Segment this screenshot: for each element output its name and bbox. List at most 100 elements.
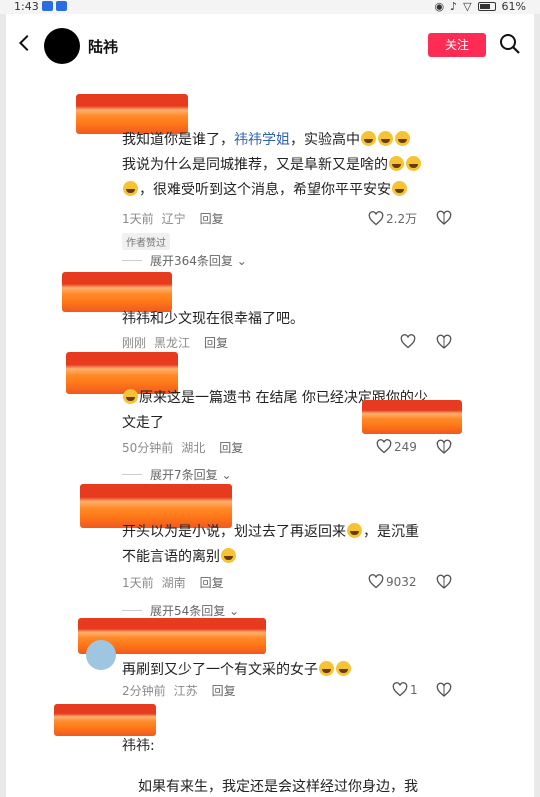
heart-icon: [376, 439, 392, 454]
heart-icon: [392, 682, 408, 697]
comment-time: 50分钟前: [122, 441, 174, 455]
reply-button[interactable]: 回复: [219, 439, 243, 456]
comment-fragment: ，很难受听到这个消息，希望你平平安安: [139, 182, 391, 198]
dislike-icon[interactable]: [436, 210, 452, 226]
comment-fragment: 我知道你是谁了，: [122, 132, 234, 148]
reply-button[interactable]: 回复: [200, 574, 224, 591]
dislike-icon[interactable]: [436, 574, 452, 590]
expand-replies[interactable]: 展开54条回复 ⌄: [122, 602, 239, 619]
comment-meta: 1天前 湖南 回复: [122, 574, 224, 591]
expand-replies[interactable]: 展开364条回复 ⌄: [122, 252, 247, 269]
chevron-down-icon: ⌄: [217, 467, 232, 482]
redacted-username: [54, 704, 156, 736]
comment-time: 1天前: [122, 576, 154, 590]
comment-region: 湖北: [181, 441, 206, 455]
reply-button[interactable]: 回复: [200, 210, 224, 227]
battery-percent: 61%: [501, 0, 526, 13]
crying-emoji-icon: [361, 131, 376, 146]
comment-meta: 50分钟前 湖北 回复: [122, 439, 243, 456]
crying-emoji-icon: [123, 181, 138, 196]
expand-label: 展开364条回复: [150, 254, 233, 268]
comment-fragment: 开头以为是小说，划过去了再返回来: [122, 524, 346, 540]
crying-emoji-icon: [389, 156, 404, 171]
comment-fragment: 祎祎和少文现在很幸福了吧。: [122, 311, 304, 327]
clock: 1:43: [14, 0, 39, 13]
like-button[interactable]: 2.2万: [368, 210, 417, 227]
top-bar: 陆祎 关注: [6, 14, 534, 74]
avatar[interactable]: [44, 28, 80, 64]
comment-time: 2分钟前: [122, 684, 166, 698]
comment-text: 祎祎和少文现在很幸福了吧。: [122, 307, 462, 332]
crying-emoji-icon: [406, 156, 421, 171]
comment-fragment: 我说为什么是同城推荐，又是阜新又是啥的: [122, 157, 388, 173]
heart-icon[interactable]: [400, 334, 416, 349]
app-notification-icon: [42, 1, 53, 11]
comment-fragment: 文走了: [122, 415, 164, 431]
comment-region: 黑龙江: [154, 336, 191, 350]
comment-fragment: 再刷到又少了一个有文采的女子: [122, 662, 318, 678]
like-count: 2.2万: [386, 212, 418, 226]
comment-fragment: 不能言语的离别: [122, 549, 220, 565]
redacted-overlay: [362, 400, 462, 434]
crying-emoji-icon: [395, 131, 410, 146]
app-notification-icon: [56, 1, 67, 11]
comment-fragment: ，是沉重: [363, 524, 419, 540]
status-right: ◉ ♪ ▽ 61%: [434, 0, 526, 13]
like-button[interactable]: 1: [392, 682, 418, 697]
dislike-icon[interactable]: [436, 682, 452, 698]
battery-icon: [477, 2, 496, 11]
comment-fragment: ，实验高中: [290, 132, 360, 148]
crying-emoji-icon: [319, 661, 334, 676]
crying-emoji-icon: [378, 131, 393, 146]
comment-text: 祎祎:: [122, 734, 462, 759]
expand-label: 展开7条回复: [150, 468, 218, 482]
heart-icon: [368, 574, 384, 589]
author-liked-badge: 作者赞过: [122, 233, 170, 250]
search-icon[interactable]: [498, 32, 522, 56]
expand-replies[interactable]: 展开7条回复 ⌄: [122, 466, 232, 483]
like-count: 9032: [386, 574, 417, 589]
mute-icon: ♪: [450, 0, 458, 13]
comment-text: 开头以为是小说，划过去了再返回来 ，是沉重 不能言语的离别: [122, 520, 462, 570]
divider: [122, 474, 142, 475]
status-bar: 1:43 ◉ ♪ ▽ 61%: [0, 0, 540, 14]
app-screen: 陆祎 关注 我知道你是谁了，祎祎学姐，实验高中 我说为什么是同城推荐，又是阜新又…: [6, 14, 534, 797]
crying-emoji-icon: [123, 389, 138, 404]
redacted-username: [62, 272, 172, 312]
heart-icon: [368, 211, 384, 226]
eye-icon: ◉: [434, 0, 445, 13]
comment-region: 湖南: [161, 576, 186, 590]
comment-fragment: 祎祎:: [122, 738, 155, 754]
dislike-icon[interactable]: [436, 334, 452, 350]
mention-link[interactable]: 祎祎学姐: [234, 132, 290, 148]
notification-icons: [42, 1, 67, 11]
comment-text: 再刷到又少了一个有文采的女子: [122, 658, 462, 683]
comment-region: 辽宁: [161, 212, 186, 226]
author-name[interactable]: 陆祎: [88, 36, 118, 57]
back-arrow-icon[interactable]: [14, 32, 36, 54]
crying-emoji-icon: [336, 661, 351, 676]
divider: [122, 610, 142, 611]
crying-emoji-icon: [221, 548, 236, 563]
comment-text-continued: 如果有来生，我定还是会这样经过你身边，我: [138, 779, 418, 795]
comment-text: 我知道你是谁了，祎祎学姐，实验高中 我说为什么是同城推荐，又是阜新又是啥的 ，很…: [122, 128, 462, 203]
comment-meta: 2分钟前 江苏 回复: [122, 682, 236, 699]
comment-time: 1天前: [122, 212, 154, 226]
divider: [122, 260, 142, 261]
chevron-down-icon: ⌄: [225, 603, 240, 618]
chevron-down-icon: ⌄: [232, 253, 247, 268]
follow-button[interactable]: 关注: [428, 33, 486, 57]
like-button[interactable]: 249: [376, 439, 417, 454]
like-count: 1: [410, 682, 418, 697]
wifi-icon: ▽: [463, 0, 472, 13]
comment-meta: 刚刚 黑龙江 回复: [122, 334, 228, 351]
reply-button[interactable]: 回复: [204, 334, 228, 351]
comment-time: 刚刚: [122, 336, 147, 350]
crying-emoji-icon: [392, 181, 407, 196]
avatar[interactable]: [86, 640, 116, 670]
comment-region: 江苏: [173, 684, 198, 698]
reply-button[interactable]: 回复: [212, 682, 236, 699]
like-count: 249: [394, 439, 417, 454]
dislike-icon[interactable]: [436, 439, 452, 455]
like-button[interactable]: 9032: [368, 574, 417, 589]
